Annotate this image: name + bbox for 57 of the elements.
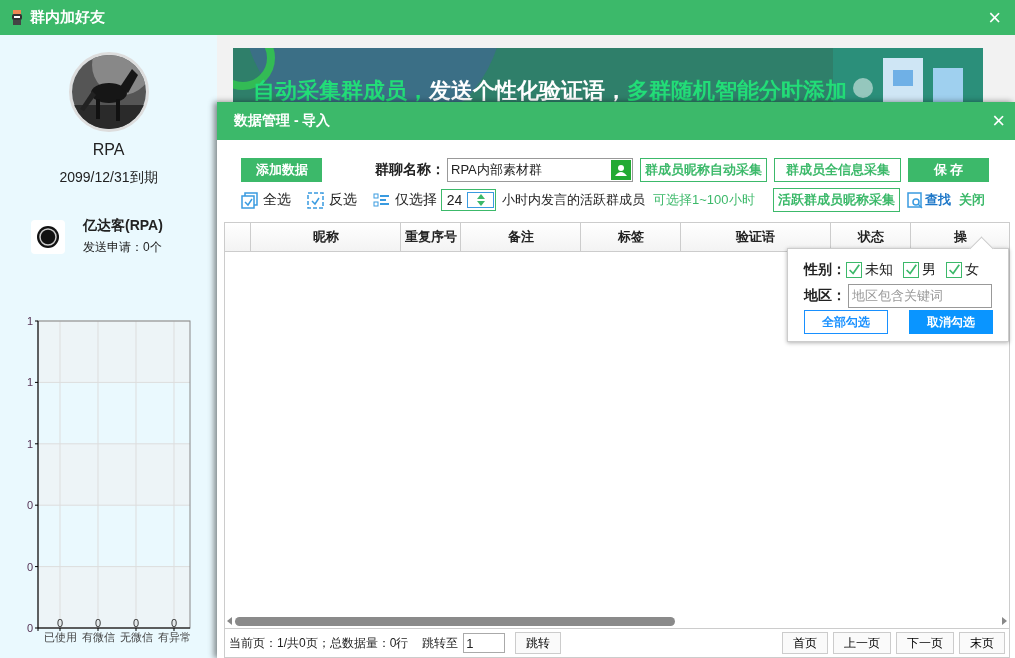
column-header: 昵称 <box>251 223 401 251</box>
scroll-left-icon[interactable] <box>227 617 232 625</box>
checkbox-icon <box>241 191 258 209</box>
region-label: 地区： <box>804 287 846 305</box>
pager-button[interactable]: 首页 <box>782 632 828 654</box>
group-name-label: 群聊名称： <box>375 161 445 179</box>
user-icon[interactable] <box>611 160 631 180</box>
column-header: 标签 <box>581 223 681 251</box>
banner-headline: 自动采集群成员，发送个性化验证语，多群随机智能分时添加 <box>253 77 847 105</box>
gender-checkbox[interactable]: 未知 <box>846 261 893 279</box>
select-only-button[interactable]: 仅选择 <box>373 191 437 209</box>
expiry-date: 2099/12/31到期 <box>59 169 158 187</box>
jump-button[interactable]: 跳转 <box>515 632 562 654</box>
list-icon <box>373 192 390 208</box>
invert-selection-button[interactable]: 反选 <box>307 191 357 209</box>
hours-hint: 可选择1~100小时 <box>653 191 755 209</box>
gender-label: 性别： <box>804 261 846 279</box>
gender-checkbox[interactable]: 女 <box>946 261 979 279</box>
scroll-right-icon[interactable] <box>1002 617 1007 625</box>
dialog-title: 数据管理 - 导入 <box>234 112 331 130</box>
search-icon <box>906 191 923 209</box>
column-header: 备注 <box>461 223 581 251</box>
category-label: 有异常 <box>157 631 191 643</box>
gender-checkbox[interactable]: 男 <box>903 261 936 279</box>
tick-label: 1 <box>26 376 33 389</box>
hours-spinner[interactable]: 24 <box>441 189 496 211</box>
window-title: 群内加好友 <box>30 8 105 27</box>
account-name: 亿达客(RPA) <box>83 217 163 235</box>
category-label: 无微信 <box>119 631 153 643</box>
select-all-button[interactable]: 全选 <box>241 191 291 209</box>
jump-label: 跳转至 <box>422 634 459 652</box>
hours-text: 小时内发言的活跃群成员 <box>502 191 645 209</box>
checkbox-icon <box>307 191 324 209</box>
page-info: 当前页：1/共0页；总数据量：0行 <box>229 634 409 652</box>
tick-label: 0 <box>26 622 33 634</box>
category-label: 已使用 <box>43 631 77 643</box>
page-number-field[interactable]: 1 <box>463 633 506 653</box>
data-label: 0 <box>170 617 178 629</box>
data-label: 0 <box>132 617 140 629</box>
column-header: 重复序号 <box>401 223 461 251</box>
logo-icon <box>31 219 65 254</box>
pager-button[interactable]: 上一页 <box>833 632 891 654</box>
data-label: 0 <box>94 617 102 629</box>
tick-label: 0 <box>26 499 33 512</box>
pager-button[interactable]: 下一页 <box>896 632 954 654</box>
find-button[interactable]: 查找 <box>906 191 951 209</box>
tick-label: 1 <box>26 315 33 327</box>
send-count: 发送申请：0个 <box>83 239 163 256</box>
group-name-field[interactable]: RPA内部素材群 <box>447 158 633 182</box>
horizontal-scrollbar[interactable] <box>225 614 1009 628</box>
tick-label: 0 <box>26 560 33 573</box>
pager-button[interactable]: 末页 <box>959 632 1005 654</box>
robot-icon <box>10 8 24 27</box>
tick-label: 1 <box>26 437 33 450</box>
category-label: 有微信 <box>81 631 115 643</box>
user-name: RPA <box>92 141 125 159</box>
data-label: 0 <box>56 617 64 629</box>
